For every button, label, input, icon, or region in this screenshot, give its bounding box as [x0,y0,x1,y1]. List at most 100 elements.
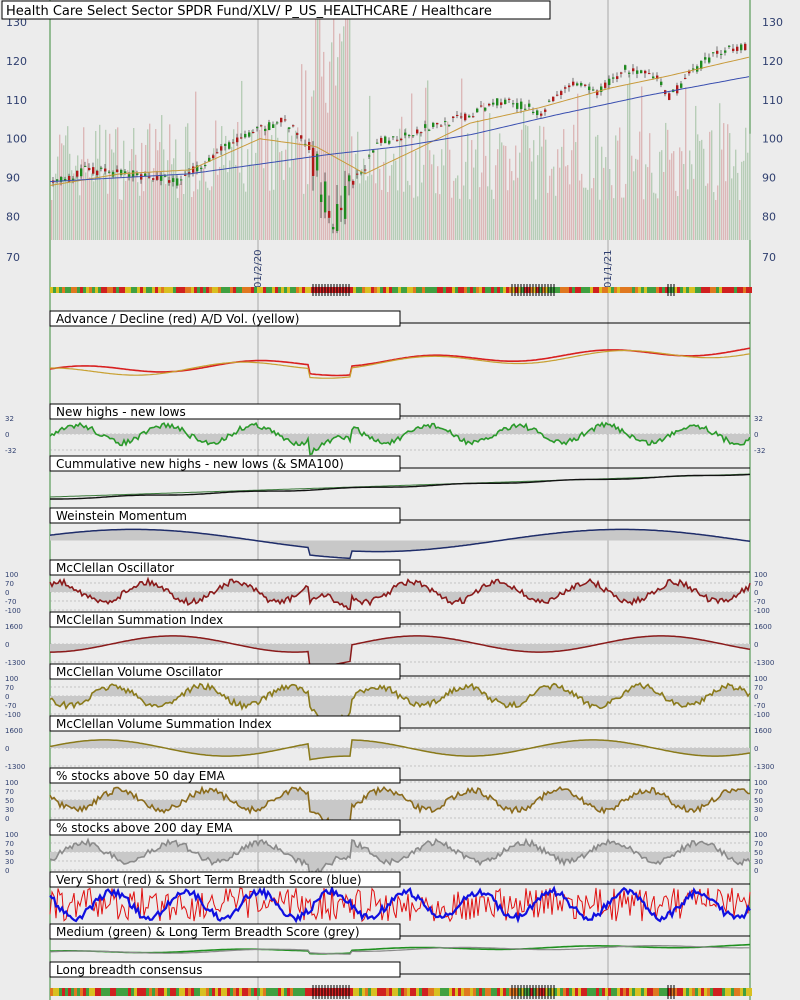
volume-bar [487,186,489,240]
breadth-segment [482,287,485,293]
panel-tick-right: 0 [754,867,758,875]
candle-body [680,83,683,88]
volume-bar [359,183,361,240]
volume-bar [597,134,599,240]
volume-bar [697,134,699,240]
breadth-segment [623,988,626,996]
panel-tick-right: 70 [754,580,763,588]
breadth-segment [206,988,209,996]
breadth-segment [740,988,743,996]
volume-bar [261,126,263,240]
price-tick-left: 90 [6,172,20,185]
breadth-segment [134,988,137,996]
breadth-segment [731,988,734,996]
volume-bar [521,129,523,240]
breadth-segment [560,988,563,996]
breadth-segment [584,287,587,293]
candle-body [232,142,235,144]
volume-bar [499,133,501,240]
breadth-segment [152,988,155,996]
volume-bar [271,135,273,240]
candle-body [436,122,439,125]
breadth-segment [470,287,473,293]
breadth-segment [173,287,176,293]
candle-body [100,167,103,169]
candle-body [592,89,595,91]
breadth-segment [227,988,230,996]
breadth-segment [605,988,608,996]
breadth-segment [596,988,599,996]
breadth-segment [494,287,497,293]
panel-tick-right: 50 [754,797,763,805]
breadth-segment [407,988,410,996]
breadth-segment [482,988,485,996]
volume-bar [565,166,567,240]
panel-title: Cummulative new highs - new lows (& SMA1… [56,457,344,471]
volume-bar [469,199,471,240]
volume-bar [729,133,731,240]
volume-bar [95,130,97,240]
candle-body [284,119,287,121]
panel-title: McClellan Volume Oscillator [56,665,223,679]
breadth-strip-top [50,284,752,296]
breadth-segment [122,988,125,996]
candle-body [148,176,151,178]
breadth-segment [86,988,89,996]
breadth-segment [653,287,656,293]
indicator-panel: Advance / Decline (red) A/D Vol. (yellow… [49,310,751,379]
candle-body [496,98,499,106]
volume-bar [75,165,77,240]
breadth-segment [224,287,227,293]
candle-body [312,147,315,176]
breadth-segment [413,287,416,293]
volume-bar [371,174,373,240]
candle-body [112,172,115,177]
breadth-segment [416,287,419,293]
volume-bar [731,178,733,240]
breadth-segment [713,287,716,293]
volume-bar [249,164,251,240]
panel-tick-right: 100 [754,571,767,579]
candle-body [392,136,395,138]
volume-bar [349,18,351,240]
breadth-segment [218,287,221,293]
volume-bar [669,159,671,240]
volume-bar [637,159,639,240]
volume-bar [527,126,529,240]
candle-body [368,155,371,157]
panel-tick-right: -32 [754,447,765,455]
candle-body [736,46,739,51]
breadth-segment [677,287,680,293]
candle-body [180,179,183,181]
candle-body [328,210,331,218]
breadth-segment [410,287,413,293]
breadth-segment [170,287,173,293]
breadth-segment [596,287,599,293]
breadth-segment [650,287,653,293]
breadth-segment [191,287,194,293]
indicator-panel: Long breadth consensus [49,961,750,978]
breadth-segment [173,988,176,996]
breadth-segment [389,287,392,293]
breadth-segment [659,988,662,996]
price-tick-right: 110 [762,94,783,107]
volume-bar [555,195,557,240]
candle-body [108,171,111,173]
date-label: 01/2/20 [253,249,264,288]
breadth-segment [506,287,509,293]
breadth-segment [209,287,212,293]
breadth-segment [380,287,383,293]
volume-bar [347,18,349,240]
volume-bar [225,135,227,240]
breadth-segment [179,988,182,996]
breadth-segment [245,988,248,996]
volume-bar [163,149,165,240]
volume-bar [103,173,105,240]
panel-tick-right: 0 [754,693,758,701]
breadth-segment [53,287,56,293]
breadth-segment [92,287,95,293]
breadth-segment [50,287,53,293]
breadth-segment [425,287,428,293]
breadth-segment [428,287,431,293]
candle-body [588,86,591,91]
